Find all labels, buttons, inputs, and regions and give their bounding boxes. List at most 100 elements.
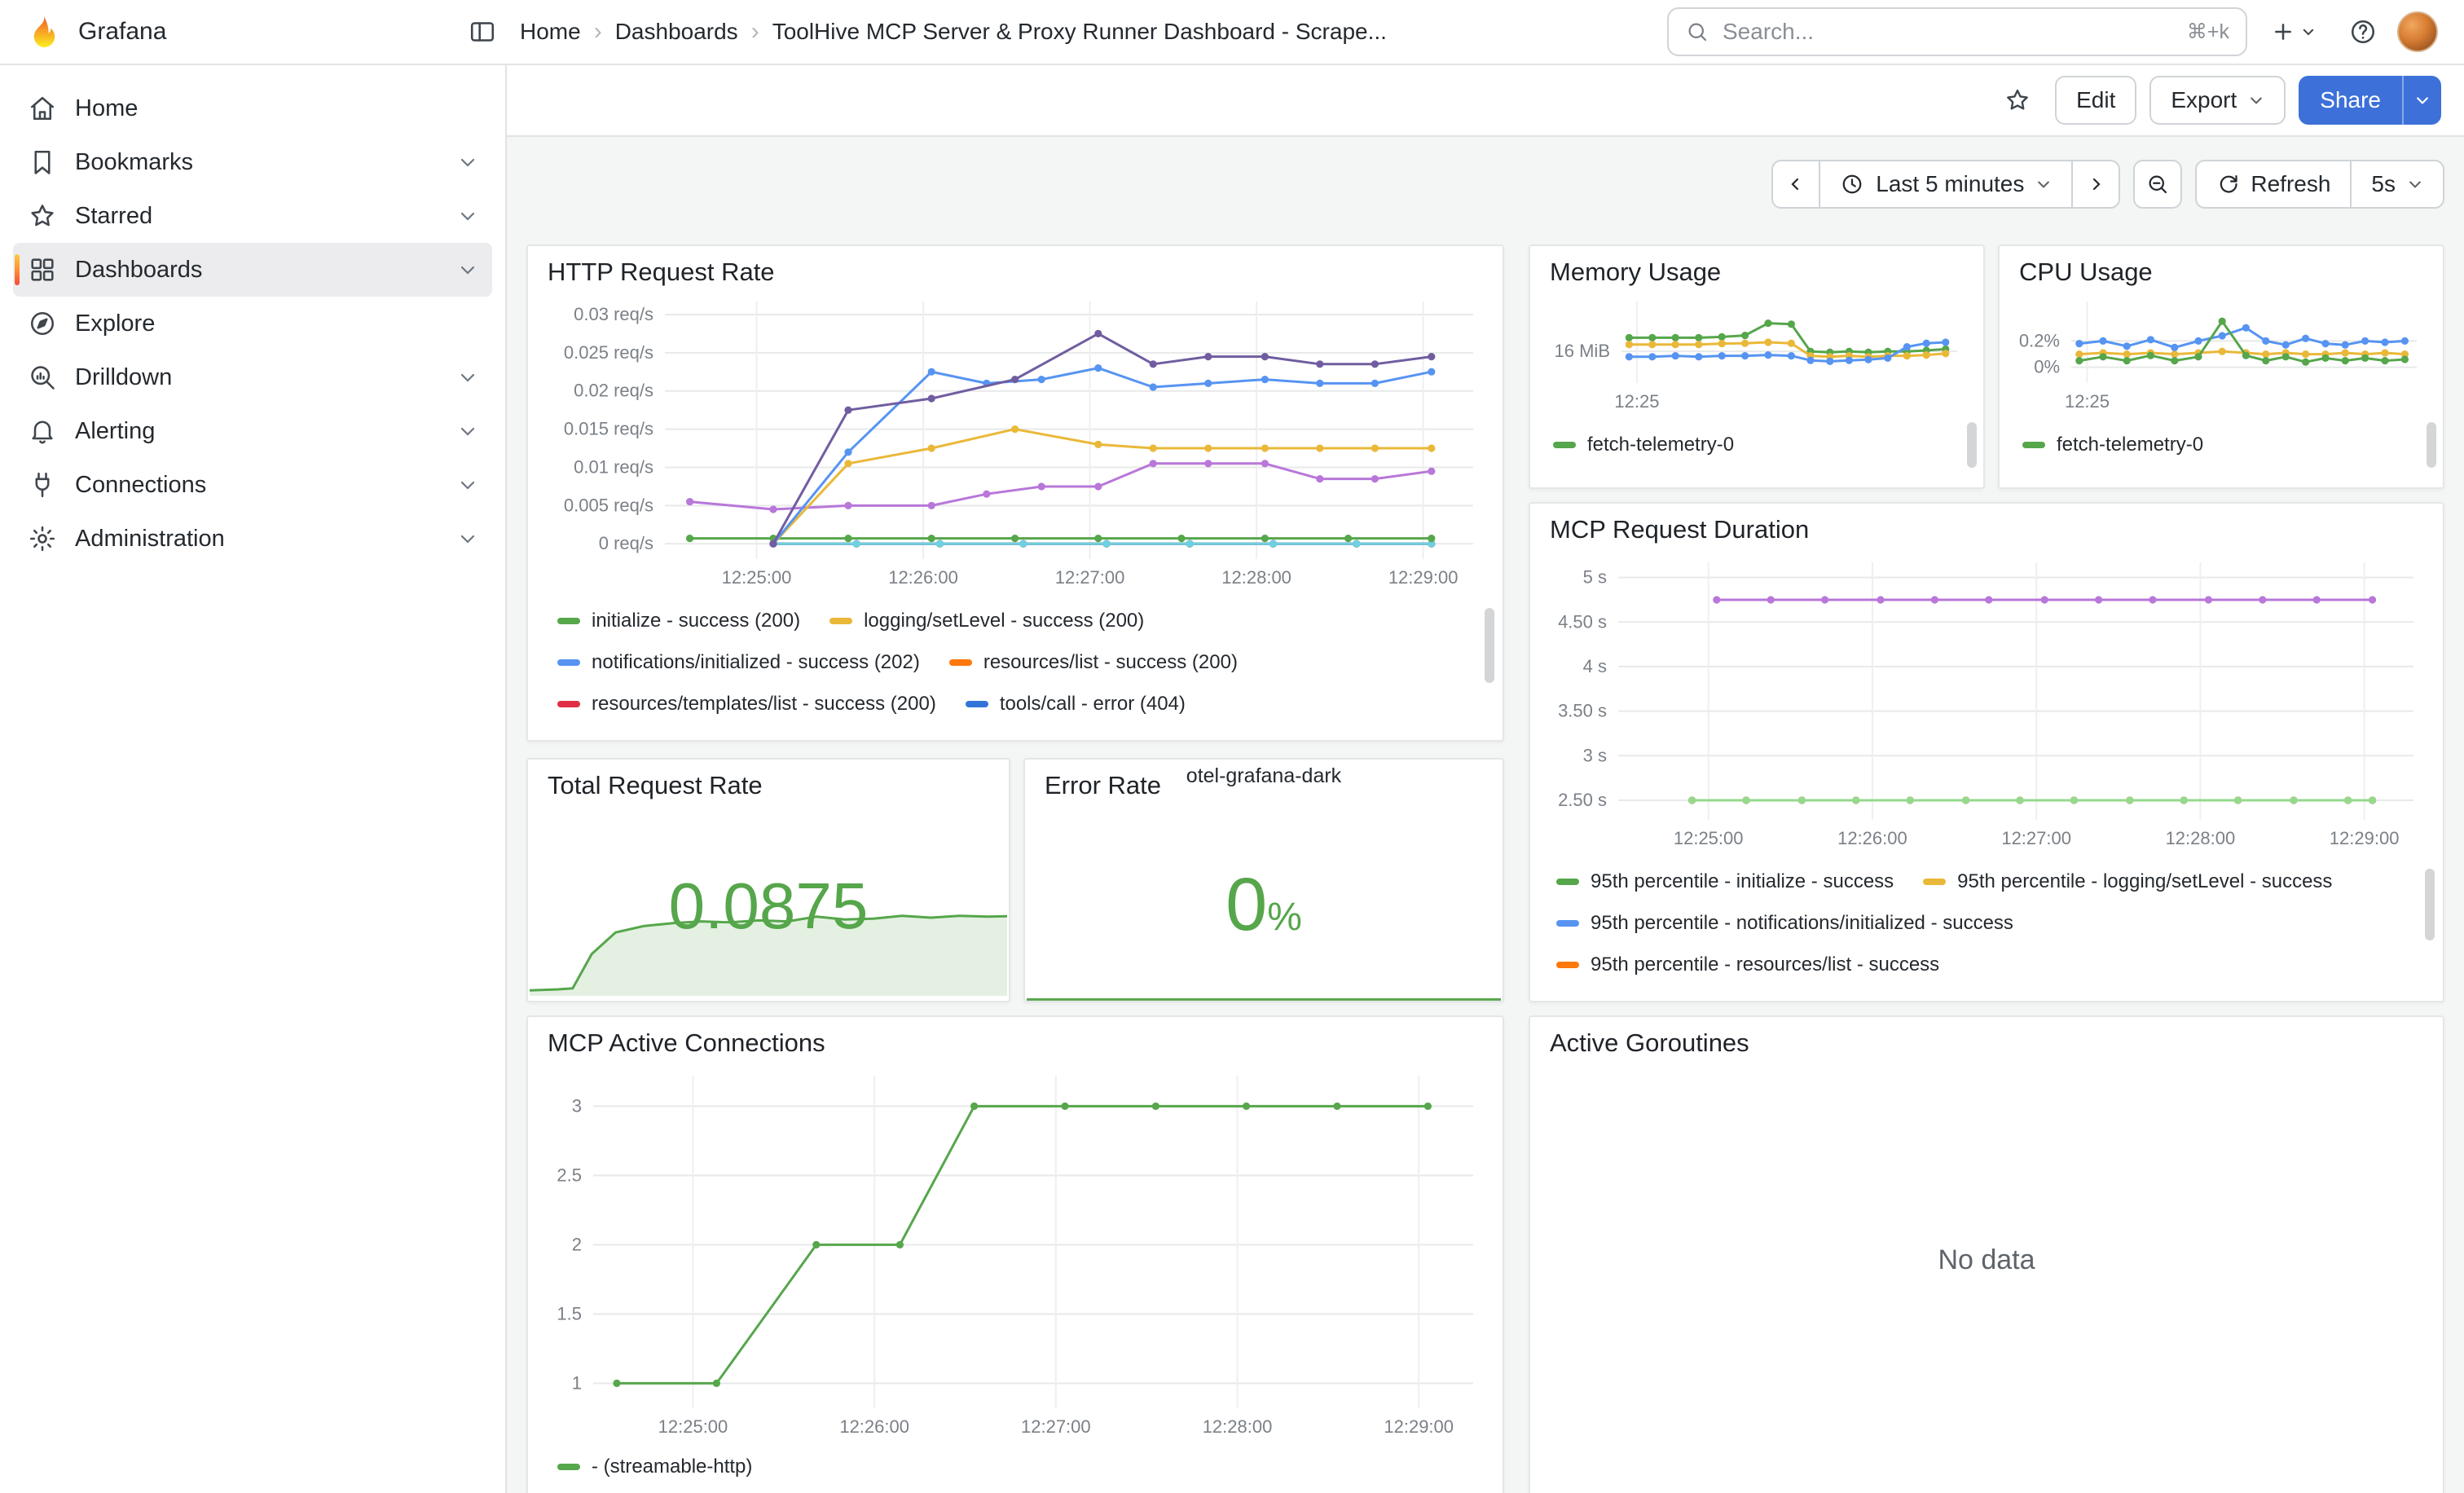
legend-item[interactable]: logging/setLevel - success (200) xyxy=(829,607,1144,635)
svg-text:0.005 req/s: 0.005 req/s xyxy=(564,495,653,515)
topbar-right: ⌘+k xyxy=(1667,7,2438,56)
legend-item[interactable]: fetch-telemetry-0 xyxy=(2022,431,2203,459)
legend-item[interactable]: - (streamable-http) xyxy=(557,1453,752,1481)
breadcrumb-current: ToolHive MCP Server & Proxy Runner Dashb… xyxy=(772,19,1387,45)
duration-legend: 95th percentile - initialize - success 95… xyxy=(1556,865,2417,996)
breadcrumb-separator: › xyxy=(594,18,602,46)
legend-item[interactable]: unknown - success (200) xyxy=(1110,732,1362,735)
sidebar-item-label: Administration xyxy=(75,526,440,553)
sidebar-item-dashboards[interactable]: Dashboards xyxy=(13,243,492,297)
svg-text:12:25:00: 12:25:00 xyxy=(658,1416,728,1437)
svg-text:5 s: 5 s xyxy=(1583,567,1607,588)
chevron-down-icon[interactable] xyxy=(458,475,477,495)
share-menu-button[interactable] xyxy=(2402,76,2441,125)
panel-error-rate: Error Rate otel-grafana-dark 0% xyxy=(1023,758,1504,1002)
zoom-out-icon xyxy=(2145,172,2170,196)
search-field[interactable] xyxy=(1723,19,2174,45)
legend-item[interactable]: 95th percentile - resources/list - succe… xyxy=(1556,951,1939,979)
chevron-down-icon[interactable] xyxy=(458,260,477,280)
legend-item[interactable]: resources/templates/list - success (200) xyxy=(557,690,936,718)
legend-item[interactable]: 95th percentile - resources/templates/li… xyxy=(1556,993,2030,996)
chevron-down-icon[interactable] xyxy=(458,206,477,226)
favorite-star-button[interactable] xyxy=(1993,76,2042,125)
legend-item[interactable]: tools/call - error (404) xyxy=(966,690,1186,718)
legend-item[interactable]: 95th percentile - notifications/initiali… xyxy=(1556,909,2013,937)
sidebar-item-bookmarks[interactable]: Bookmarks xyxy=(13,135,492,189)
legend-scrollbar[interactable] xyxy=(2427,422,2436,468)
share-split-button: Share xyxy=(2299,76,2441,125)
legend-label: fetch-telemetry-0 xyxy=(1587,431,1734,459)
grafana-flame-icon xyxy=(26,14,62,50)
refresh-button[interactable]: Refresh xyxy=(2195,160,2352,209)
overlay-label: otel-grafana-dark xyxy=(1025,764,1503,788)
panel-title[interactable]: Total Request Rate xyxy=(528,760,1009,800)
sidebar-item-home[interactable]: Home xyxy=(13,81,492,135)
sidebar-item-alerting[interactable]: Alerting xyxy=(13,404,492,458)
panel-memory-usage: Memory Usage 16 MiB12:25 fetch-telemetry… xyxy=(1529,244,1985,489)
time-shift-forward-button[interactable] xyxy=(2071,160,2120,209)
legend-scrollbar[interactable] xyxy=(1485,608,1494,683)
edit-button[interactable]: Edit xyxy=(2055,76,2136,125)
legend-scrollbar[interactable] xyxy=(1967,422,1977,468)
cpu-legend: fetch-telemetry-0 xyxy=(2022,429,2423,478)
sidebar-item-administration[interactable]: Administration xyxy=(13,512,492,566)
legend-label: initialize - success (200) xyxy=(592,607,800,635)
export-button[interactable]: Export xyxy=(2149,76,2286,125)
sidebar-item-explore[interactable]: Explore xyxy=(13,297,492,350)
legend-scrollbar[interactable] xyxy=(2425,869,2435,940)
help-button[interactable] xyxy=(2339,7,2387,56)
legend-item[interactable]: fetch-telemetry-0 xyxy=(1553,431,1734,459)
panel-title[interactable]: HTTP Request Rate xyxy=(528,246,1503,287)
svg-text:4 s: 4 s xyxy=(1583,656,1607,676)
svg-text:3 s: 3 s xyxy=(1583,745,1607,765)
legend-label: resources/templates/list - success (200) xyxy=(592,690,936,718)
breadcrumb-dashboards[interactable]: Dashboards xyxy=(615,19,738,45)
panel-title[interactable]: MCP Active Connections xyxy=(528,1017,1503,1058)
zoom-out-button[interactable] xyxy=(2133,160,2182,209)
legend-label: 95th percentile - resources/templates/li… xyxy=(1591,993,2030,996)
legend-item[interactable]: tools/call - success (200) xyxy=(557,732,807,735)
memory-usage-chart[interactable]: 16 MiB12:25 xyxy=(1540,292,1970,416)
panel-title[interactable]: MCP Request Duration xyxy=(1530,504,2443,544)
sidebar-item-starred[interactable]: Starred xyxy=(13,189,492,243)
sidebar-item-drilldown[interactable]: Drilldown xyxy=(13,350,492,404)
mcp-request-duration-chart[interactable]: 2.50 s3 s3.50 s4 s4.50 s5 s12:25:0012:26… xyxy=(1540,553,2427,852)
legend-item[interactable]: 95th percentile - initialize - success xyxy=(1556,868,1894,896)
refresh-icon xyxy=(2216,173,2239,196)
stat-value: 0.0875 xyxy=(528,874,1009,939)
breadcrumb-home[interactable]: Home xyxy=(520,19,581,45)
dock-icon xyxy=(468,17,497,46)
legend-item[interactable]: notifications/initialized - success (202… xyxy=(557,649,920,676)
mcp-active-connections-chart[interactable]: 11.522.5312:25:0012:26:0012:27:0012:28:0… xyxy=(538,1066,1486,1441)
legend-item[interactable]: 95th percentile - logging/setLevel - suc… xyxy=(1923,868,2332,896)
cpu-usage-chart[interactable]: 0.2%0%12:25 xyxy=(2009,292,2430,416)
topbar-left: Grafana xyxy=(26,7,507,56)
home-icon xyxy=(28,94,57,123)
svg-text:12:28:00: 12:28:00 xyxy=(1203,1416,1273,1437)
legend-item[interactable]: initialize - success (200) xyxy=(557,607,800,635)
panel-title[interactable]: Memory Usage xyxy=(1530,246,1983,287)
new-button[interactable] xyxy=(2257,7,2329,56)
chevron-down-icon[interactable] xyxy=(458,421,477,441)
svg-text:0.02 req/s: 0.02 req/s xyxy=(574,381,653,401)
legend-swatch xyxy=(966,701,988,707)
http-request-rate-chart[interactable]: 0 req/s0.005 req/s0.01 req/s0.015 req/s0… xyxy=(538,292,1486,592)
chevron-down-icon[interactable] xyxy=(458,529,477,548)
share-button[interactable]: Share xyxy=(2299,76,2402,125)
svg-text:1.5: 1.5 xyxy=(557,1303,582,1323)
sidebar-item-connections[interactable]: Connections xyxy=(13,458,492,512)
refresh-interval-picker[interactable]: 5s xyxy=(2350,160,2444,209)
user-avatar[interactable] xyxy=(2397,11,2438,52)
chevron-down-icon[interactable] xyxy=(458,152,477,172)
time-shift-back-button[interactable] xyxy=(1771,160,1820,209)
dock-sidebar-button[interactable] xyxy=(458,7,507,56)
http-legend: initialize - success (200) logging/setLev… xyxy=(557,605,1473,735)
plus-icon xyxy=(2270,19,2296,45)
grafana-logo[interactable] xyxy=(26,14,62,50)
legend-item[interactable]: tools/list - success (200) xyxy=(836,732,1080,735)
chevron-down-icon[interactable] xyxy=(458,368,477,387)
time-range-picker[interactable]: Last 5 minutes xyxy=(1819,160,2073,209)
search-input[interactable]: ⌘+k xyxy=(1667,7,2247,56)
panel-title[interactable]: CPU Usage xyxy=(2000,246,2443,287)
legend-item[interactable]: resources/list - success (200) xyxy=(949,649,1238,676)
